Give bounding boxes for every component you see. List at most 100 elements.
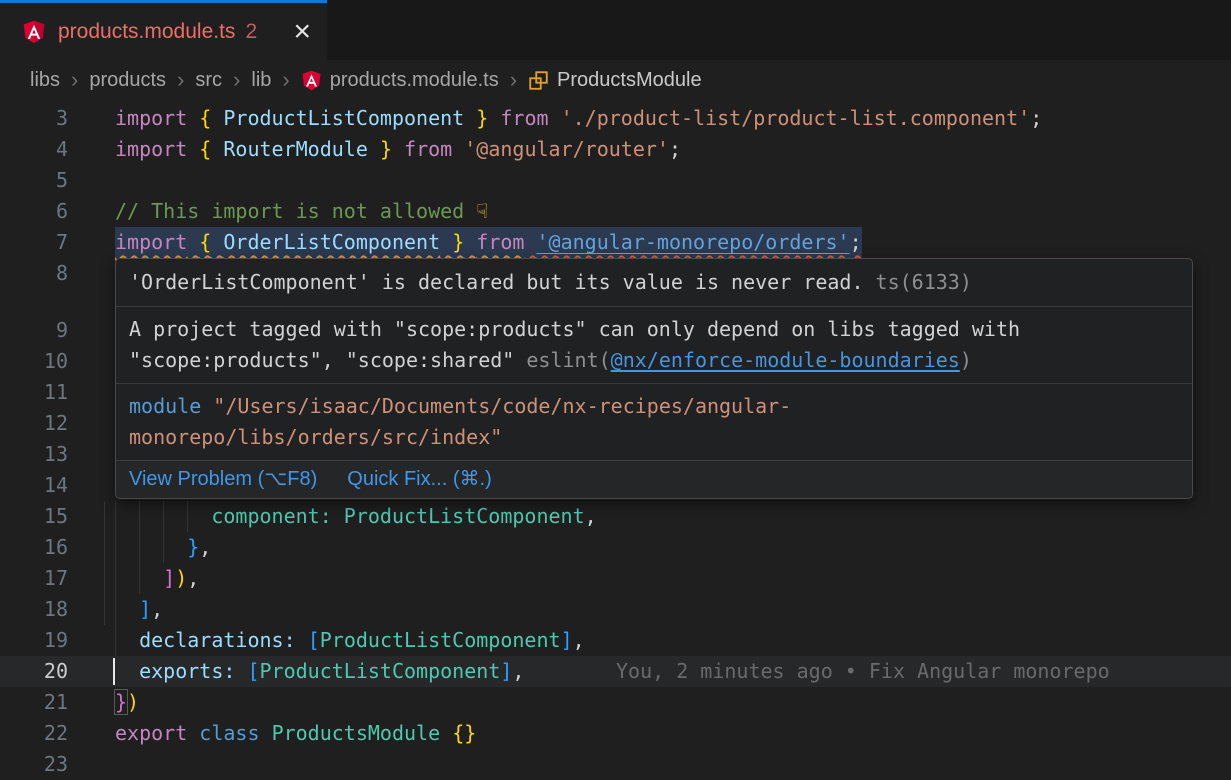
code-token: from [476,230,524,254]
code-text[interactable]: }, [115,532,211,563]
code-text[interactable]: ], [115,594,163,625]
code-text[interactable]: import { ProductListComponent } from './… [115,103,1042,134]
code-token [488,106,500,130]
code-line-4[interactable]: 4import { RouterModule } from '@angular/… [0,134,1231,165]
code-token: } [380,137,392,161]
code-token: ProductsModule [272,721,441,745]
code-text[interactable]: component: ProductListComponent, [115,501,597,532]
code-token: , [199,535,211,559]
ts-error-code: ts(6133) [864,270,972,294]
indent-guide [104,594,105,625]
angular-icon [22,20,46,44]
tab-products-module[interactable]: products.module.ts 2 × [0,0,327,60]
line-number: 14 [0,470,68,501]
line-number: 23 [0,749,68,780]
code-line-20[interactable]: 20 exports: [ProductListComponent],You, … [0,656,1231,687]
chevron-right-icon: › [282,67,289,93]
quick-fix-button[interactable]: Quick Fix... (⌘.) [347,464,491,495]
breadcrumb-item-productsmodule[interactable]: ProductsModule [528,69,702,92]
code-line-16[interactable]: 16 }, [0,532,1231,563]
code-token [115,628,139,652]
code-line-6[interactable]: 6 // This import is not allowed ☟ [0,196,1231,227]
view-problem-button[interactable]: View Problem (⌥F8) [129,464,317,495]
code-token [260,721,272,745]
code-text[interactable]: export class ProductsModule {} [115,718,476,749]
breadcrumb-item-lib[interactable]: lib [251,69,271,92]
code-token [115,504,211,528]
code-token: from [404,137,452,161]
code-token [115,535,187,559]
code-token [464,106,476,130]
code-token: ☟ [476,199,488,223]
module-path-message: module "/Users/isaac/Documents/code/nx-r… [116,384,1192,461]
code-token: ] [561,628,573,652]
code-line-21[interactable]: 21}) [0,687,1231,718]
code-text[interactable]: import { OrderListComponent } from '@ang… [115,227,862,258]
code-token: '@angular/router' [464,137,669,161]
breadcrumb-label: src [195,69,222,92]
code-token: } [115,690,127,714]
git-blame-annotation: You, 2 minutes ago • Fix Angular monorep… [616,656,1110,687]
code-line-3[interactable]: 3 import { ProductListComponent } from '.… [0,103,1231,134]
line-number: 3 [0,103,68,134]
hover-status-bar: View Problem (⌥F8) Quick Fix... (⌘.) [116,461,1192,498]
code-text[interactable]: // This import is not allowed ☟ [115,196,488,227]
code-line-7[interactable]: 7import { OrderListComponent } from '@an… [0,227,1231,258]
code-token: ] [139,597,151,621]
eslint-rule-link[interactable]: @nx/enforce-module-boundaries [611,348,960,372]
breadcrumb-item-libs[interactable]: libs [30,69,60,92]
code-token: [ [308,628,320,652]
code-token [440,721,452,745]
code-token: ; [1030,106,1042,130]
code-token [211,230,223,254]
code-line-17[interactable]: 17 ]), [0,563,1231,594]
text-cursor [113,658,115,685]
code-token [332,504,344,528]
code-line-18[interactable]: 18 ], [0,594,1231,625]
code-token: { [199,106,211,130]
line-number: 22 [0,718,68,749]
code-token [115,597,139,621]
code-token [368,137,380,161]
breadcrumb: libs›products›src›lib›products.module.ts… [0,60,1231,100]
code-token [296,628,308,652]
eslint-prefix: eslint( [526,348,610,372]
code-token: // This import is not allowed [115,199,476,223]
line-number: 21 [0,687,68,718]
code-token: from [500,106,548,130]
code-line-23[interactable]: 23 [0,749,1231,780]
code-token [115,659,139,683]
code-text[interactable]: import { RouterModule } from '@angular/r… [115,134,681,165]
diagnostic-hover-popup: 'OrderListComponent' is declared but its… [115,258,1193,499]
code-text[interactable]: exports: [ProductListComponent], [115,656,524,687]
close-icon[interactable]: × [293,17,311,47]
indent-guide [104,532,105,563]
code-text[interactable]: ]), [115,563,199,594]
code-token [187,721,199,745]
code-line-15[interactable]: 15 component: ProductListComponent, [0,501,1231,532]
code-text[interactable]: }) [115,687,139,718]
line-number: 9 [0,315,68,346]
breadcrumb-item-products-module-ts[interactable]: products.module.ts [301,69,499,92]
code-token: [ [247,659,259,683]
line-number: 6 [0,196,68,227]
code-token [549,106,561,130]
code-token: , [151,597,163,621]
class-symbol-icon [528,70,549,91]
breadcrumb-item-src[interactable]: src [195,69,222,92]
code-token [464,230,476,254]
breadcrumb-item-products[interactable]: products [89,69,166,92]
code-text[interactable]: declarations: [ProductListComponent], [115,625,585,656]
ts-error-text: 'OrderListComponent' is declared but its… [129,270,864,294]
indent-guide [104,501,105,532]
code-line-19[interactable]: 19 declarations: [ProductListComponent], [0,625,1231,656]
code-line-5[interactable]: 5 [0,165,1231,196]
chevron-right-icon: › [71,67,78,93]
line-number: 11 [0,377,68,408]
code-token: import [115,106,187,130]
code-line-22[interactable]: 22 export class ProductsModule {} [0,718,1231,749]
indent-guide [104,563,105,594]
code-token: declarations: [139,628,296,652]
code-token: export [115,721,187,745]
code-token: ProductListComponent [320,628,561,652]
